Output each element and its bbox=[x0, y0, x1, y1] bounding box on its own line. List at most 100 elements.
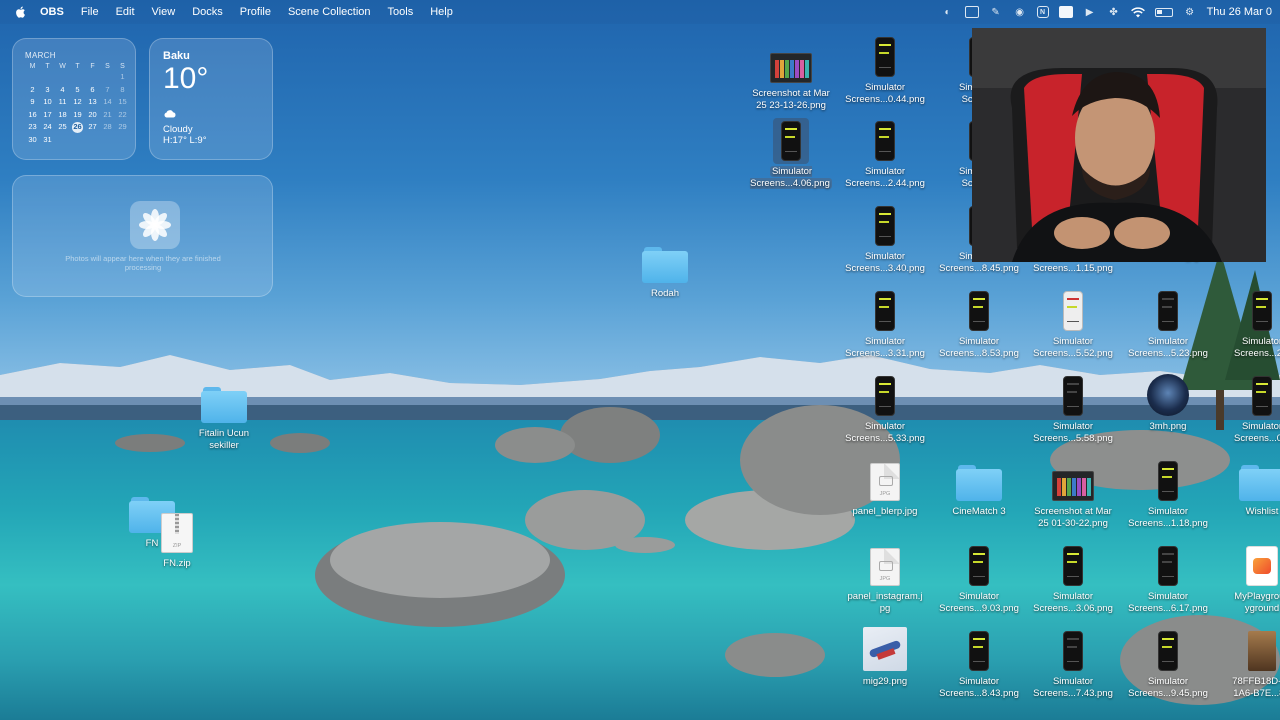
jet-image-icon bbox=[863, 627, 907, 671]
desktop-icon-circle[interactable]: 3mh.png bbox=[1120, 373, 1216, 433]
desktop-icon-zip[interactable]: ZIP FN.zip bbox=[129, 510, 225, 570]
control-center-icon[interactable]: ⚙ bbox=[1183, 6, 1197, 18]
video-icon[interactable] bbox=[1058, 6, 1073, 18]
menu-bar: OBS File Edit View Docks Profile Scene C… bbox=[0, 0, 1280, 24]
desktop-icon-folder[interactable]: Rodah bbox=[617, 240, 713, 300]
desktop-icon-phone[interactable]: Simulator Screens...0.0 bbox=[1214, 373, 1280, 445]
desktop-icon-label: Simulator Screens...3.40.png bbox=[845, 251, 925, 274]
calendar-day: 20 bbox=[88, 109, 97, 119]
desktop-icon-phone-dark[interactable]: Simulator Screens...7.43.png bbox=[1025, 628, 1121, 700]
calendar-day: 19 bbox=[73, 109, 82, 119]
desktop-icon-label: 78FFB18D-45 1A6-B7E...8A bbox=[1232, 676, 1280, 699]
desktop-icon-folder[interactable]: Fitalin Ucun sekiller bbox=[176, 380, 272, 452]
calendar-day: 23 bbox=[28, 122, 37, 131]
calendar-widget[interactable]: MARCH M T W T F S S 1 2 3 4 5 6 7 8 9 10 11 12 13 14 15 16 17 18… bbox=[12, 38, 136, 160]
calendar-day bbox=[100, 72, 115, 83]
calendar-day: 18 bbox=[58, 109, 67, 119]
desktop-icon-phone[interactable]: Simulator Screens...9.03.png bbox=[931, 543, 1027, 615]
calendar-day: 10 bbox=[43, 97, 52, 106]
menu-app-obs[interactable]: OBS bbox=[40, 6, 64, 18]
desktop-icon-phone[interactable]: Simulator Screens...3.06.png bbox=[1025, 543, 1121, 615]
desktop-icon-label: Simulator Screens...1.18.png bbox=[1128, 506, 1208, 529]
menu-tools[interactable]: Tools bbox=[388, 6, 414, 18]
eye-icon[interactable]: ◉ bbox=[1013, 6, 1027, 18]
n-icon[interactable]: N bbox=[1036, 6, 1049, 18]
calendar-day: 9 bbox=[30, 97, 35, 106]
desktop-icon-phone[interactable]: Simulator Screens...4.06.png bbox=[743, 118, 839, 190]
pen-icon[interactable]: ✎ bbox=[989, 6, 1003, 18]
desktop-icon-label: Simulator Screens...3.31.png bbox=[845, 336, 925, 359]
desktop-icon-phone-dark[interactable]: Simulator Screens...5.23.png bbox=[1120, 288, 1216, 360]
fan-icon[interactable]: ✤ bbox=[1107, 6, 1121, 18]
menu-help[interactable]: Help bbox=[430, 6, 453, 18]
desktop-icon-swift[interactable]: MyPlaygroun yground bbox=[1214, 543, 1280, 615]
desktop-icon-phone[interactable]: Simulator Screens...3.40.png bbox=[837, 203, 933, 275]
phone-screenshot-icon bbox=[875, 291, 895, 331]
desktop-icon-jpg[interactable]: JPG panel_blerp.jpg bbox=[837, 458, 933, 518]
wifi-icon[interactable] bbox=[1130, 6, 1145, 18]
desktop-icon-label: panel_blerp.jpg bbox=[852, 506, 918, 517]
desktop-icon-phone-lite[interactable]: Simulator Screens...5.52.png bbox=[1025, 288, 1121, 360]
phone-screenshot-icon bbox=[1158, 461, 1178, 501]
desktop-icon-phone[interactable]: Simulator Screens...8.43.png bbox=[931, 628, 1027, 700]
desktop-icon-phone[interactable]: Simulator Screens...0.44.png bbox=[837, 34, 933, 106]
image-file-icon bbox=[1147, 374, 1189, 416]
calendar-day-today: 26 bbox=[72, 122, 83, 133]
desktop-icon-label: Simulator Screens...9.03.png bbox=[939, 591, 1019, 614]
weather-widget[interactable]: Baku 10° Cloudy H:17° L:9° bbox=[149, 38, 273, 160]
menu-bar-clock[interactable]: Thu 26 Mar 0 bbox=[1207, 6, 1272, 18]
menu-file[interactable]: File bbox=[81, 6, 99, 18]
phone-screenshot-icon bbox=[781, 121, 801, 161]
calendar-day bbox=[40, 72, 55, 83]
desktop-icon-phone[interactable]: Simulator Screens...2.44.png bbox=[837, 118, 933, 190]
folder-icon bbox=[1239, 465, 1280, 501]
calendar-weekday: S bbox=[105, 63, 110, 70]
calendar-weekday: T bbox=[75, 63, 80, 70]
desktop-icon-label: Fitalin Ucun sekiller bbox=[198, 428, 250, 451]
jpg-file-icon: JPG bbox=[870, 463, 900, 501]
desktop-icon-shot[interactable]: Screenshot at Mar 25 23-13-26.png bbox=[743, 40, 839, 112]
weather-range: H:17° L:9° bbox=[163, 135, 207, 146]
desktop-icon-jpg[interactable]: JPG panel_instagram.j pg bbox=[837, 543, 933, 615]
phone-screenshot-icon bbox=[875, 37, 895, 77]
phone-screenshot-icon bbox=[1063, 631, 1083, 671]
obs-status-icon[interactable]: ◐ bbox=[941, 6, 955, 18]
calendar-day: 21 bbox=[103, 109, 112, 119]
play-icon[interactable]: ▶ bbox=[1083, 6, 1097, 18]
phone-screenshot-icon bbox=[1063, 546, 1083, 586]
calendar-day: 27 bbox=[88, 122, 97, 131]
desktop-icon-folder[interactable]: Wishlist bbox=[1214, 458, 1280, 518]
jpg-file-icon: JPG bbox=[870, 548, 900, 586]
desktop-icon-phone-dark[interactable]: Simulator Screens...6.17.png bbox=[1120, 543, 1216, 615]
desktop-icon-phone[interactable]: Simulator Screens...9.45.png bbox=[1120, 628, 1216, 700]
battery-icon[interactable] bbox=[1154, 7, 1173, 17]
desktop-icon-person[interactable]: 78FFB18D-45 1A6-B7E...8A bbox=[1214, 628, 1280, 700]
menu-edit[interactable]: Edit bbox=[116, 6, 135, 18]
screen-icon[interactable] bbox=[964, 6, 979, 18]
menu-scene-collection[interactable]: Scene Collection bbox=[288, 6, 371, 18]
desktop-icon-phone[interactable]: Simulator Screens...8.53.png bbox=[931, 288, 1027, 360]
menu-view[interactable]: View bbox=[152, 6, 176, 18]
apple-menu-icon[interactable] bbox=[14, 5, 28, 19]
desktop-icon-jet[interactable]: mig29.png bbox=[837, 627, 933, 688]
desktop-icon-shot[interactable]: Screenshot at Mar 25 01-30-22.png bbox=[1025, 458, 1121, 530]
phone-screenshot-icon bbox=[1158, 631, 1178, 671]
calendar-day: 15 bbox=[118, 97, 127, 106]
calendar-day: 16 bbox=[28, 109, 37, 119]
desktop-icon-phone[interactable]: Simulator Screens...5.33.png bbox=[837, 373, 933, 445]
calendar-day: 5 bbox=[75, 84, 80, 94]
calendar-weekday: T bbox=[45, 63, 50, 70]
desktop-icon-phone[interactable]: Simulator Screens...3.31.png bbox=[837, 288, 933, 360]
desktop-icon-label: Simulator Screens...5.58.png bbox=[1033, 421, 1113, 444]
menu-docks[interactable]: Docks bbox=[192, 6, 223, 18]
desktop-icon-phone-dark[interactable]: Simulator Screens...5.58.png bbox=[1025, 373, 1121, 445]
calendar-day bbox=[70, 72, 85, 83]
desktop-icon-label: Simulator Screens...4.06.png bbox=[750, 166, 832, 189]
calendar-day: 6 bbox=[90, 84, 95, 94]
desktop-icon-phone[interactable]: Simulator Screens...2.3 bbox=[1214, 288, 1280, 360]
desktop-icon-phone[interactable]: Simulator Screens...1.18.png bbox=[1120, 458, 1216, 530]
photos-widget[interactable]: Photos will appear here when they are fi… bbox=[12, 175, 273, 297]
menu-profile[interactable]: Profile bbox=[240, 6, 271, 18]
desktop-icon-folder[interactable]: CineMatch 3 bbox=[931, 458, 1027, 518]
folder-icon bbox=[956, 465, 1002, 501]
